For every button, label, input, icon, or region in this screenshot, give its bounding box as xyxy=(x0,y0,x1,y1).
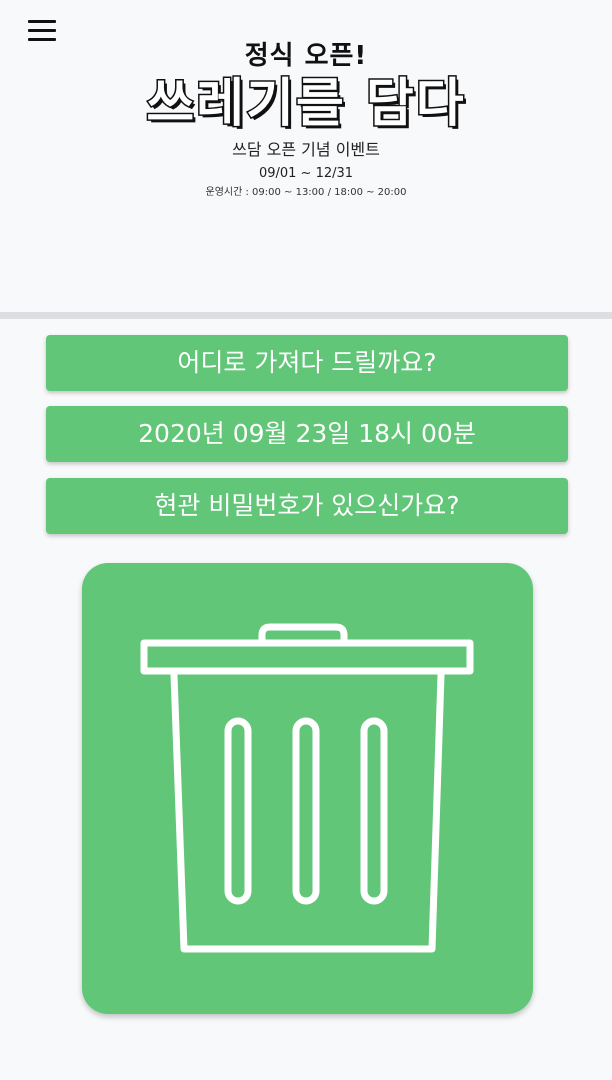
destination-button[interactable]: 어디로 가져다 드릴까요? xyxy=(46,335,568,391)
banner-title: 쓰레기를 담다 xyxy=(145,73,466,136)
banner-dates: 09/01 ~ 12/31 xyxy=(258,166,354,181)
banner-subtitle: 쓰담 오픈 기념 이벤트 xyxy=(232,140,380,159)
section-divider xyxy=(0,312,612,319)
event-banner: 정식 오픈! 쓰레기를 담다 쓰담 오픈 기념 이벤트 09/01 ~ 12/3… xyxy=(0,40,612,199)
hamburger-menu-icon[interactable] xyxy=(28,20,56,42)
menu-bar-top xyxy=(28,20,56,23)
banner-kicker: 정식 오픈! xyxy=(244,41,368,71)
trash-can-icon xyxy=(140,623,474,953)
trash-submit-button[interactable] xyxy=(82,563,533,1014)
datetime-button[interactable]: 2020년 09월 23일 18시 00분 xyxy=(46,406,568,462)
menu-bar-middle xyxy=(28,29,56,32)
door-password-button[interactable]: 현관 비밀번호가 있으신가요? xyxy=(46,478,568,534)
banner-hours: 운영시간 : 09:00 ~ 13:00 / 18:00 ~ 20:00 xyxy=(205,187,407,198)
